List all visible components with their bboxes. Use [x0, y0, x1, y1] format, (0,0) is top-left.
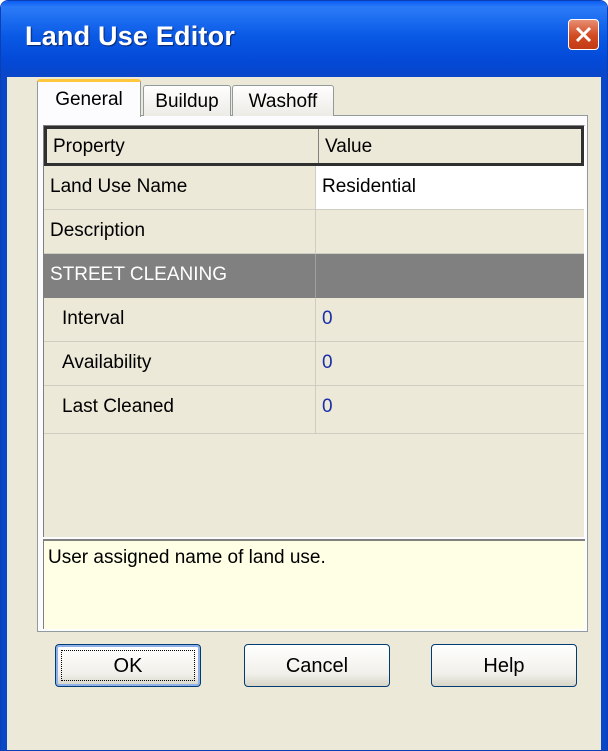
- focus-rect: [61, 650, 195, 681]
- close-icon: [575, 26, 592, 43]
- grid-header-row: Property Value: [44, 126, 584, 166]
- property-name: Description: [44, 210, 316, 253]
- help-button-label: Help: [483, 655, 525, 677]
- ok-button[interactable]: OK: [55, 644, 201, 687]
- land-use-name-field[interactable]: Residential: [316, 166, 584, 209]
- property-name: Availability: [44, 342, 316, 385]
- window-frame-left: [1, 77, 7, 750]
- land-use-editor-window: Land Use Editor General Buildup Washoff …: [0, 0, 608, 751]
- property-description-panel: User assigned name of land use.: [43, 539, 585, 629]
- header-property: Property: [47, 129, 319, 163]
- close-button[interactable]: [568, 19, 599, 50]
- section-label: STREET CLEANING: [44, 254, 316, 298]
- table-row[interactable]: Land Use Name Residential: [44, 166, 584, 210]
- description-field[interactable]: [316, 210, 584, 253]
- help-button[interactable]: Help: [431, 644, 577, 687]
- tab-washoff[interactable]: Washoff: [232, 85, 334, 116]
- last-cleaned-field[interactable]: 0: [316, 386, 584, 433]
- table-row[interactable]: Availability 0: [44, 342, 584, 386]
- interval-field[interactable]: 0: [316, 298, 584, 341]
- table-row[interactable]: Interval 0: [44, 298, 584, 342]
- property-name: Land Use Name: [44, 166, 316, 209]
- cancel-button-label: Cancel: [285, 655, 349, 677]
- section-row: STREET CLEANING: [44, 254, 584, 298]
- window-title: Land Use Editor: [25, 21, 236, 51]
- tab-general[interactable]: General: [37, 79, 141, 117]
- availability-field[interactable]: 0: [316, 342, 584, 385]
- property-name: Interval: [44, 298, 316, 341]
- table-row[interactable]: Description: [44, 210, 584, 254]
- cancel-button[interactable]: Cancel: [244, 644, 390, 687]
- property-grid: Property Value Land Use Name Residential…: [43, 125, 585, 537]
- header-value: Value: [325, 136, 373, 157]
- property-name: Last Cleaned: [44, 386, 316, 433]
- table-row[interactable]: Last Cleaned 0: [44, 386, 584, 434]
- tab-buildup[interactable]: Buildup: [143, 85, 231, 116]
- title-bar[interactable]: Land Use Editor: [1, 1, 607, 77]
- window-frame-right: [601, 77, 607, 750]
